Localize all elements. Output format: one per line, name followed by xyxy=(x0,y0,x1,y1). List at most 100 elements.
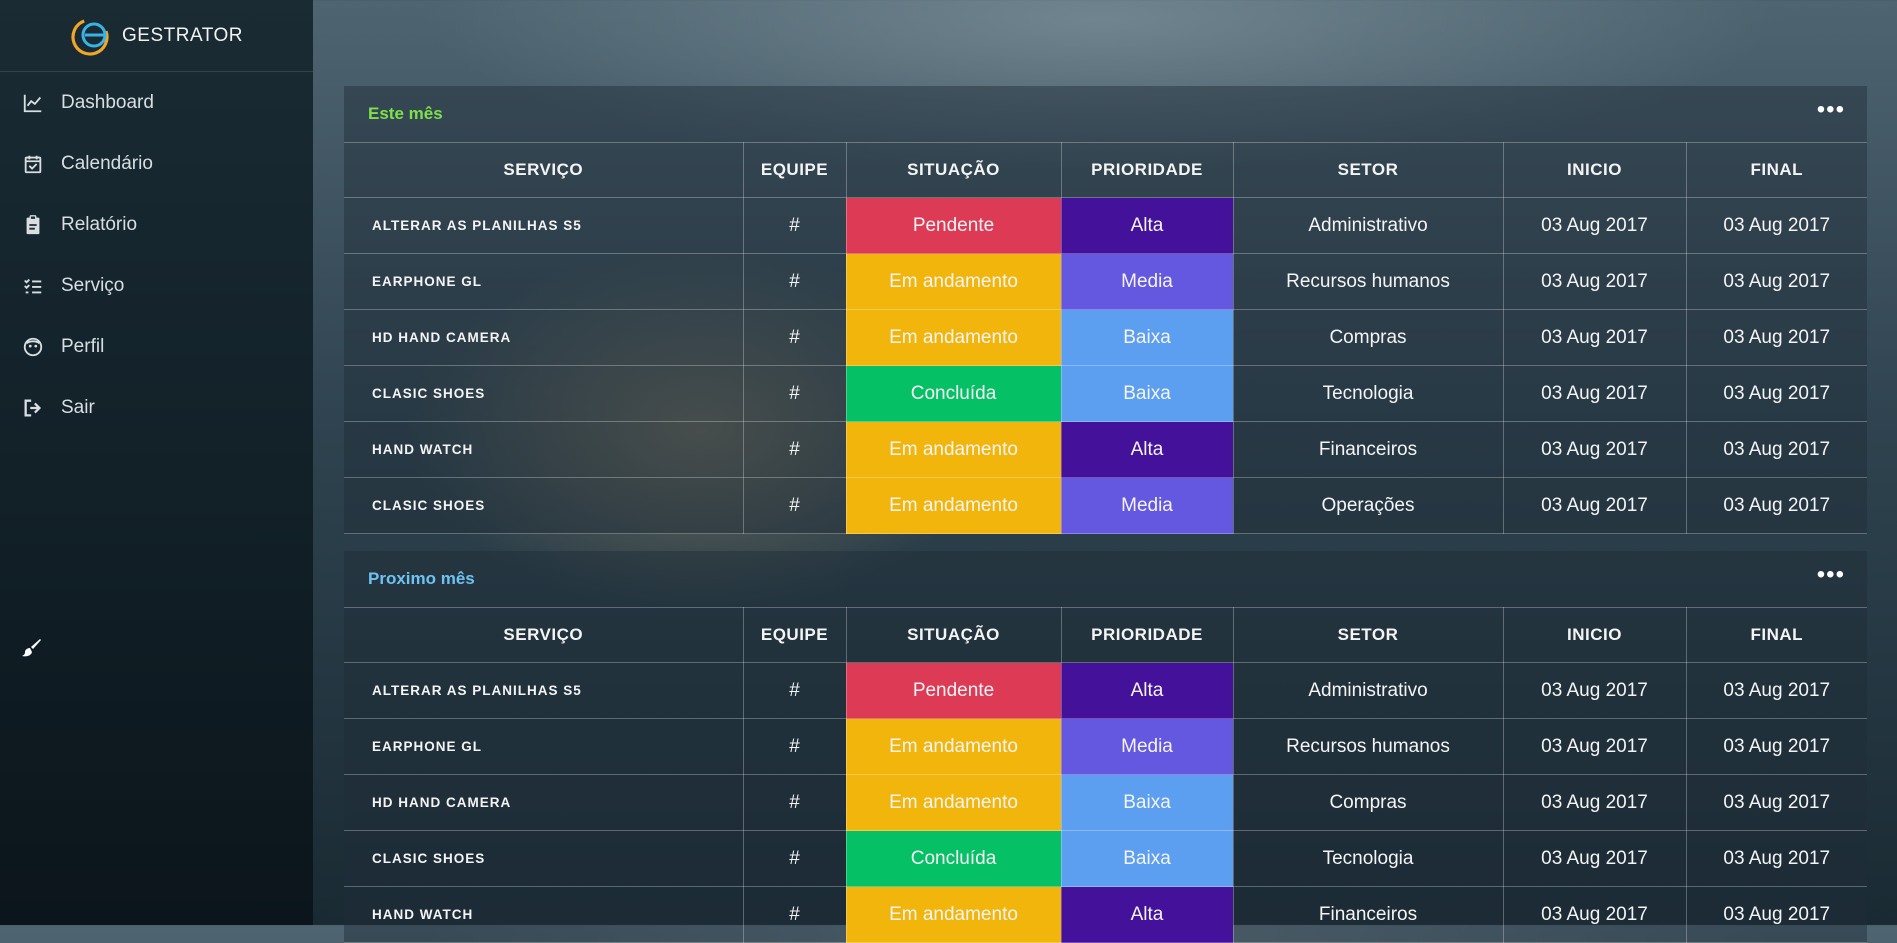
card-title: Este mês xyxy=(368,104,443,123)
cell-inicio: 03 Aug 2017 xyxy=(1502,886,1687,943)
cell-inicio: 03 Aug 2017 xyxy=(1502,365,1687,422)
cell-situacao: Em andamento xyxy=(845,309,1062,366)
table-row[interactable]: ALTERAR AS PLANILHAS S5 # Pendente Alta … xyxy=(344,662,1867,719)
cell-setor: Administrativo xyxy=(1232,662,1504,719)
brand-name: GESTRATOR xyxy=(122,24,243,46)
sidebar-item-servico[interactable]: Serviço xyxy=(0,255,313,316)
cell-final: 03 Aug 2017 xyxy=(1685,253,1867,310)
cell-equipe[interactable]: # xyxy=(742,309,847,366)
cell-servico: ALTERAR AS PLANILHAS S5 xyxy=(344,197,744,254)
sidebar-item-sair[interactable]: Sair xyxy=(0,377,313,438)
sidebar-item-label: Serviço xyxy=(61,274,125,296)
sidebar-item-relatorio[interactable]: Relatório xyxy=(0,194,313,255)
cell-final: 03 Aug 2017 xyxy=(1685,774,1867,831)
cell-final: 03 Aug 2017 xyxy=(1685,662,1867,719)
column-header-final[interactable]: FINAL xyxy=(1685,142,1867,198)
table-row[interactable]: ALTERAR AS PLANILHAS S5 # Pendente Alta … xyxy=(344,197,1867,254)
cell-final: 03 Aug 2017 xyxy=(1685,830,1867,887)
brand[interactable]: GESTRATOR xyxy=(0,0,313,72)
cell-situacao: Concluída xyxy=(845,830,1062,887)
cell-equipe[interactable]: # xyxy=(742,830,847,887)
column-header-setor[interactable]: SETOR xyxy=(1232,142,1504,198)
cell-situacao: Em andamento xyxy=(845,421,1062,478)
column-header-situacao[interactable]: SITUAÇÃO xyxy=(845,607,1062,663)
table-row[interactable]: CLASIC SHOES # Concluída Baixa Tecnologi… xyxy=(344,365,1867,422)
cell-situacao: Pendente xyxy=(845,662,1062,719)
table-row[interactable]: HD HAND CAMERA # Em andamento Baixa Comp… xyxy=(344,774,1867,831)
column-header-equipe[interactable]: EQUIPE xyxy=(742,142,847,198)
cell-equipe[interactable]: # xyxy=(742,718,847,775)
cell-servico: CLASIC SHOES xyxy=(344,830,744,887)
cell-situacao: Concluída xyxy=(845,365,1062,422)
cell-servico: CLASIC SHOES xyxy=(344,365,744,422)
column-header-setor[interactable]: SETOR xyxy=(1232,607,1504,663)
cell-equipe[interactable]: # xyxy=(742,421,847,478)
table-row[interactable]: EARPHONE GL # Em andamento Media Recurso… xyxy=(344,253,1867,310)
more-menu-icon[interactable]: ••• xyxy=(1817,563,1845,588)
card-next-month: Proximo mês ••• SERVIÇO EQUIPE SITUAÇÃO … xyxy=(344,551,1867,943)
column-header-inicio[interactable]: INICIO xyxy=(1502,607,1687,663)
paint-brush-icon[interactable] xyxy=(20,636,44,660)
sidebar-item-label: Perfil xyxy=(61,335,105,357)
table-row[interactable]: HAND WATCH # Em andamento Alta Financeir… xyxy=(344,421,1867,478)
column-header-final[interactable]: FINAL xyxy=(1685,607,1867,663)
column-header-situacao[interactable]: SITUAÇÃO xyxy=(845,142,1062,198)
more-menu-icon[interactable]: ••• xyxy=(1817,98,1845,123)
cell-servico: HD HAND CAMERA xyxy=(344,774,744,831)
cell-inicio: 03 Aug 2017 xyxy=(1502,774,1687,831)
sidebar: GESTRATOR Dashboard Calendário Relatório… xyxy=(0,0,313,925)
cell-servico: HAND WATCH xyxy=(344,886,744,943)
cell-final: 03 Aug 2017 xyxy=(1685,886,1867,943)
cell-equipe[interactable]: # xyxy=(742,662,847,719)
table-row[interactable]: CLASIC SHOES # Concluída Baixa Tecnologi… xyxy=(344,830,1867,887)
task-list-icon xyxy=(21,274,45,298)
sidebar-item-dashboard[interactable]: Dashboard xyxy=(0,72,313,133)
column-header-equipe[interactable]: EQUIPE xyxy=(742,607,847,663)
cell-inicio: 03 Aug 2017 xyxy=(1502,662,1687,719)
calendar-check-icon xyxy=(21,152,45,176)
sidebar-item-label: Sair xyxy=(61,396,95,418)
column-header-inicio[interactable]: INICIO xyxy=(1502,142,1687,198)
cell-inicio: 03 Aug 2017 xyxy=(1502,718,1687,775)
cell-prioridade: Alta xyxy=(1060,662,1234,719)
table-row[interactable]: HD HAND CAMERA # Em andamento Baixa Comp… xyxy=(344,309,1867,366)
cell-equipe[interactable]: # xyxy=(742,774,847,831)
face-icon xyxy=(21,335,45,359)
cell-setor: Financeiros xyxy=(1232,421,1504,478)
sidebar-nav: Dashboard Calendário Relatório Serviço P… xyxy=(0,72,313,438)
sidebar-item-perfil[interactable]: Perfil xyxy=(0,316,313,377)
cell-equipe[interactable]: # xyxy=(742,477,847,534)
card-header: Este mês ••• xyxy=(344,86,1867,142)
cell-equipe[interactable]: # xyxy=(742,886,847,943)
cell-equipe[interactable]: # xyxy=(742,253,847,310)
cell-servico: HAND WATCH xyxy=(344,421,744,478)
cell-inicio: 03 Aug 2017 xyxy=(1502,253,1687,310)
cell-setor: Operações xyxy=(1232,477,1504,534)
table-row[interactable]: HAND WATCH # Em andamento Alta Financeir… xyxy=(344,886,1867,943)
table-row[interactable]: CLASIC SHOES # Em andamento Media Operaç… xyxy=(344,477,1867,534)
card-title: Proximo mês xyxy=(368,569,475,588)
table-row[interactable]: EARPHONE GL # Em andamento Media Recurso… xyxy=(344,718,1867,775)
cell-situacao: Em andamento xyxy=(845,718,1062,775)
chart-line-icon xyxy=(21,91,45,115)
cell-inicio: 03 Aug 2017 xyxy=(1502,421,1687,478)
cell-final: 03 Aug 2017 xyxy=(1685,421,1867,478)
column-header-prioridade[interactable]: PRIORIDADE xyxy=(1060,607,1234,663)
column-header-servico[interactable]: SERVIÇO xyxy=(344,142,744,198)
column-header-prioridade[interactable]: PRIORIDADE xyxy=(1060,142,1234,198)
cell-setor: Tecnologia xyxy=(1232,830,1504,887)
cell-equipe[interactable]: # xyxy=(742,365,847,422)
sidebar-item-label: Dashboard xyxy=(61,91,154,113)
cell-servico: CLASIC SHOES xyxy=(344,477,744,534)
cell-prioridade: Baixa xyxy=(1060,365,1234,422)
cell-setor: Recursos humanos xyxy=(1232,253,1504,310)
services-table: SERVIÇO EQUIPE SITUAÇÃO PRIORIDADE SETOR… xyxy=(344,142,1867,534)
cell-situacao: Em andamento xyxy=(845,886,1062,943)
column-header-servico[interactable]: SERVIÇO xyxy=(344,607,744,663)
cell-servico: HD HAND CAMERA xyxy=(344,309,744,366)
clipboard-icon xyxy=(21,213,45,237)
cell-equipe[interactable]: # xyxy=(742,197,847,254)
cell-setor: Administrativo xyxy=(1232,197,1504,254)
cell-situacao: Pendente xyxy=(845,197,1062,254)
sidebar-item-calendario[interactable]: Calendário xyxy=(0,133,313,194)
